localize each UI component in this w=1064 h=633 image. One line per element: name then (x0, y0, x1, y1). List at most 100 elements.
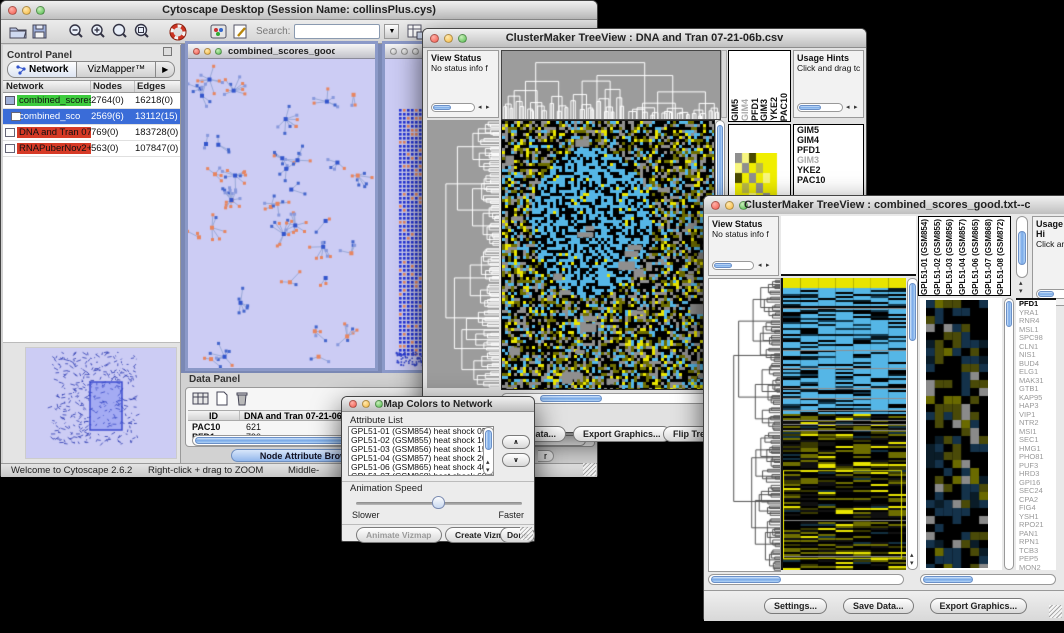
slider-thumb[interactable] (432, 496, 445, 509)
minimize-button[interactable] (22, 6, 31, 15)
gene-label: GIM4 (794, 135, 863, 145)
scroll-up-icon[interactable]: ▴ (486, 459, 490, 466)
zoom-selected-icon[interactable] (111, 23, 129, 40)
tv1-status-scrollbar[interactable] (431, 103, 475, 112)
tv2-heatmap[interactable] (781, 278, 906, 570)
open-session-button[interactable] (9, 24, 27, 40)
maximize-icon[interactable] (412, 48, 419, 55)
treeview1-titlebar[interactable]: ClusterMaker TreeView : DNA and Tran 07-… (423, 29, 866, 48)
network-list-row[interactable]: DNA and Tran 07 769(0) 183728(0) (3, 125, 180, 141)
tv1-gene-dendrogram[interactable] (427, 120, 499, 388)
scroll-left-icon[interactable]: ◂ (478, 104, 482, 111)
search-dropdown-button[interactable]: ▼ (384, 24, 399, 39)
status-welcome: Welcome to Cytoscape 2.6.2 (11, 465, 132, 476)
scroll-down-icon[interactable]: ▾ (1019, 288, 1023, 295)
gene-label: GIM5 (794, 125, 863, 135)
scroll-up-icon[interactable]: ▴ (910, 552, 914, 559)
close-icon[interactable] (193, 48, 200, 55)
tab-network[interactable]: Network (7, 61, 77, 78)
tv1-column-dendrogram[interactable] (501, 50, 721, 120)
tv1-dendro-scroll-strip[interactable] (721, 50, 727, 118)
delete-attribute-icon[interactable] (235, 391, 249, 406)
tv1-column-labels-panel[interactable]: GIM5GIM4PFD1GIM3YKE2PAC10 (728, 50, 791, 122)
maximize-icon[interactable] (215, 48, 222, 55)
close-button[interactable] (8, 6, 17, 15)
animate-vizmap-button[interactable]: Animate Vizmap (356, 527, 442, 543)
network-view-1[interactable] (188, 59, 375, 368)
network-list-row[interactable]: combined_sco 2569(6) 13112(15) (3, 109, 180, 125)
tv2-mini-hscrollbar[interactable] (920, 574, 1056, 585)
tv2-gene-labels-panel[interactable]: PFD1YRA1RNR4MSL1SPC98CLN1NIS1BUD4ELG1MAK… (1016, 298, 1056, 570)
tv2-heat-hscrollbar[interactable] (708, 574, 904, 585)
search-input[interactable] (294, 24, 380, 39)
close-button[interactable] (711, 201, 720, 210)
tab-vizmapper[interactable]: VizMapper™ (77, 61, 156, 78)
scroll-left-icon[interactable]: ◂ (846, 104, 850, 111)
resize-grip[interactable] (1049, 605, 1062, 618)
move-attribute-down-button[interactable]: ∨ (502, 453, 530, 467)
network-list-row[interactable]: combined_scores 2764(0) 16218(0) (3, 93, 180, 109)
network-list-row[interactable]: RNAPuberNov2+ 563(0) 107847(0) (3, 141, 180, 157)
scroll-down-icon[interactable]: ▾ (910, 560, 914, 567)
vizmapper-panel-icon[interactable] (210, 24, 228, 40)
dialog-titlebar[interactable]: Map Colors to Network (342, 397, 534, 412)
close-icon[interactable] (390, 48, 397, 55)
tv2-status-scrollbar[interactable] (712, 261, 754, 270)
tv1-hints-scrollbar[interactable] (797, 103, 843, 112)
minimize-button[interactable] (444, 34, 453, 43)
attribute-listbox[interactable]: GPL51-01 (GSM854) heat shock 05 minGPL51… (348, 426, 494, 476)
new-attribute-icon[interactable] (215, 391, 229, 406)
save-session-button[interactable] (31, 24, 49, 40)
tv2-mini-vscrollbar[interactable] (1004, 298, 1014, 570)
float-panel-icon[interactable] (163, 47, 172, 56)
gene-label: YKE2 (794, 165, 863, 175)
annotation-icon[interactable] (232, 24, 250, 40)
zoom-in-icon[interactable] (89, 23, 107, 40)
scroll-right-icon[interactable]: ▸ (854, 104, 858, 111)
resize-grip[interactable] (520, 527, 533, 540)
treeview-action-button[interactable]: Save Data... (843, 598, 914, 614)
treeview-action-button[interactable]: Export Graphics... (930, 598, 1028, 614)
edge-attribute-browser-tab-fragment[interactable]: r (538, 450, 554, 462)
data-panel-title: Data Panel (189, 374, 240, 385)
tv2-heat-vscrollbar[interactable] (907, 278, 918, 570)
network-frame-1[interactable]: combined_scores_good.txt--cluste... (185, 41, 378, 371)
search-label: Search: (256, 26, 290, 37)
zoom-fit-icon[interactable] (133, 23, 151, 40)
minimize-icon[interactable] (204, 48, 211, 55)
network-birdseye-view[interactable] (25, 347, 177, 459)
minimize-button[interactable] (725, 201, 734, 210)
zoom-out-icon[interactable] (67, 23, 85, 40)
tv1-heatmap[interactable] (501, 120, 715, 390)
main-titlebar[interactable]: Cytoscape Desktop (Session Name: collins… (1, 1, 597, 20)
treeview-action-button[interactable]: Settings... (764, 598, 827, 614)
treeview2-titlebar[interactable]: ClusterMaker TreeView : combined_scores_… (704, 196, 1064, 215)
help-lifesaver-icon[interactable] (169, 23, 188, 41)
scroll-up-icon[interactable]: ▴ (1019, 280, 1023, 287)
treeview2-window: ClusterMaker TreeView : combined_scores_… (703, 195, 1064, 620)
scroll-down-icon[interactable]: ▾ (486, 467, 490, 474)
tv2-gene-dendrogram[interactable] (708, 278, 781, 572)
scroll-right-icon[interactable]: ▸ (766, 262, 770, 269)
network-file-icon (5, 96, 15, 105)
tv2-labels-vscrollbar[interactable] (1016, 216, 1028, 278)
network-table-header[interactable]: Network Nodes Edges (3, 80, 180, 93)
tv2-summary-heatmap[interactable] (926, 300, 988, 568)
scroll-right-icon[interactable]: ▸ (486, 104, 490, 111)
column-label: GPL51-04 (GSM857) (959, 219, 972, 295)
move-attribute-up-button[interactable]: ∧ (502, 435, 530, 449)
attribute-select-icon[interactable] (192, 391, 209, 406)
usage-hints-text: Click and (1033, 239, 1064, 249)
minimize-button[interactable] (362, 400, 370, 408)
status-zoom-hint: Right-click + drag to ZOOM (148, 465, 263, 476)
close-button[interactable] (349, 400, 357, 408)
attribute-list-item[interactable]: GPL51-07 (GSM868) heat shock 60 min (349, 472, 493, 476)
resize-grip[interactable] (583, 463, 596, 476)
minimize-icon[interactable] (401, 48, 408, 55)
close-button[interactable] (430, 34, 439, 43)
network-frame-1-titlebar[interactable]: combined_scores_good.txt--cluste... (188, 44, 375, 59)
scroll-left-icon[interactable]: ◂ (758, 262, 762, 269)
tv2-column-labels-panel[interactable]: GPL51-01 (GSM854)GPL51-02 (GSM855)GPL51-… (918, 216, 1011, 296)
treeview-action-button[interactable]: Export Graphics... (573, 426, 671, 442)
tab-overflow-button[interactable]: ▶ (156, 61, 175, 78)
